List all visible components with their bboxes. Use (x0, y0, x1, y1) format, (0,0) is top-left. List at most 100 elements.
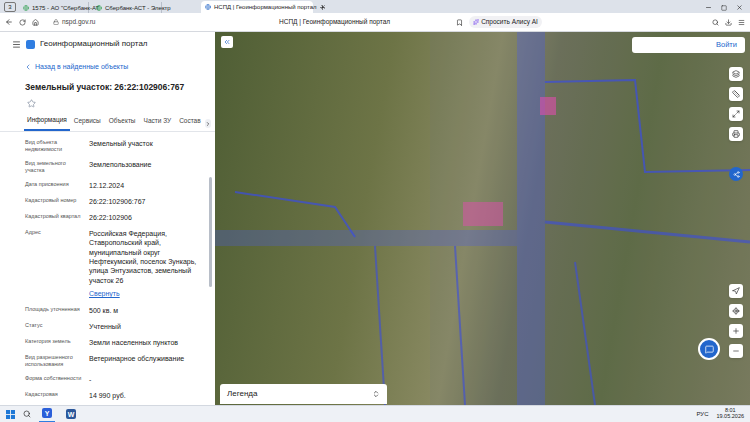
new-tab-icon[interactable] (319, 4, 326, 11)
back-icon[interactable] (5, 18, 13, 26)
browser-tab[interactable]: 1575 - АО "Сбербанк-АТ (19, 2, 89, 13)
field-label: Категория земель (25, 338, 85, 348)
panel-scrollbar[interactable] (209, 177, 212, 287)
panel-tab[interactable]: Части ЗУ (140, 114, 176, 131)
field-row: Вид объекта недвижимостиЗемельный участо… (25, 136, 203, 157)
back-link[interactable]: Назад в найденные объекты (0, 54, 215, 78)
minus-icon (732, 347, 740, 355)
field-label: Кадастровый квартал (25, 213, 85, 223)
windows-logo-icon[interactable] (6, 410, 15, 419)
print-button[interactable] (729, 127, 743, 141)
browser-tab[interactable]: Сбербанк-АСТ - Электр (92, 2, 162, 13)
screen: 31575 - АО "Сбербанк-АТСбербанк-АСТ - Эл… (0, 0, 750, 422)
tab-counter[interactable]: 3 (4, 2, 16, 12)
lock-icon (53, 19, 59, 25)
field-row: Дата присвоения 12.12.2024 (25, 178, 203, 194)
field-label: Форма собственности (25, 375, 85, 385)
language-indicator[interactable]: РУС (696, 410, 708, 419)
field-label: Статус (25, 322, 85, 332)
field-label: Площадь уточненная (25, 306, 85, 316)
panel-tab[interactable]: Объекты (105, 114, 140, 131)
url-text: nspd.gov.ru (62, 17, 95, 27)
field-row: Вид земельного участка Землепользование (25, 157, 203, 178)
favicon-icon (205, 4, 211, 10)
browser-menu-icon[interactable] (738, 19, 745, 26)
map[interactable]: Войти Легенда (215, 32, 750, 405)
field-value: Земли населенных пунктов (89, 338, 203, 347)
share-button[interactable] (729, 167, 743, 181)
field-label: Дата присвоения (25, 181, 85, 191)
minimize-icon[interactable] (705, 4, 712, 11)
close-window-icon[interactable] (736, 4, 743, 11)
home-icon[interactable] (32, 19, 39, 26)
chat-button[interactable] (698, 338, 720, 360)
taskbar: YW РУС 8:0119.05.2026 (0, 405, 750, 422)
plus-icon (732, 327, 740, 335)
zoom-out-button[interactable] (729, 344, 743, 358)
browser-tab[interactable]: НСПД | Геоинформационный портал (201, 1, 313, 13)
field-row: АдресРоссийская Федерация, Ставропольски… (25, 226, 203, 303)
portal-logo-icon (26, 40, 35, 49)
legend-label: Легенда (227, 388, 257, 400)
fullscreen-icon (732, 110, 740, 118)
field-row: Площадь уточненная 500 кв. м (25, 303, 203, 319)
fullscreen-button[interactable] (729, 107, 743, 121)
field-row: Категория земель Земли населенных пунктов (25, 335, 203, 351)
layers-button[interactable] (729, 67, 743, 81)
chevron-right-icon (205, 121, 211, 127)
object-panel: Геоинформационный портал Назад в найденны… (0, 32, 215, 405)
panel-tab[interactable]: Сервисы (70, 114, 105, 131)
field-value: Ветеринарное обслуживание (89, 354, 203, 363)
field-row: Вид разрешенного использованияВетеринарн… (25, 351, 203, 372)
map-tools-bottom (729, 284, 743, 358)
collapse-link[interactable]: Свернуть (89, 289, 203, 300)
printer-icon (732, 130, 740, 138)
bookmark-icon[interactable] (456, 19, 463, 26)
map-tools-top (729, 67, 743, 181)
download-icon[interactable] (725, 19, 732, 26)
taskbar-app[interactable]: W (63, 406, 79, 422)
position-button[interactable] (729, 304, 743, 318)
page-title: НСПД | Геоинформационный портал (279, 17, 390, 27)
favorite-star-icon[interactable] (27, 99, 36, 108)
panel-tab[interactable]: Информация (24, 113, 70, 131)
field-value: 14 990 руб. (89, 391, 203, 400)
field-list: Вид объекта недвижимостиЗемельный участо… (0, 132, 215, 404)
address-bar: nspd.gov.ru НСПД | Геоинформационный порт… (0, 13, 750, 32)
field-value: 12.12.2024 (89, 181, 203, 190)
login-button[interactable]: Войти (632, 37, 745, 53)
field-row: Кадастровый номер26:22:102906:767 (25, 194, 203, 210)
field-value: Землепользование (89, 160, 203, 169)
field-label: Вид земельного участка (25, 160, 85, 175)
field-row: Форма собственности- (25, 372, 203, 388)
back-label: Назад в найденные объекты (35, 62, 128, 73)
field-value: 500 кв. м (89, 306, 203, 315)
clock[interactable]: 8:0119.05.2026 (716, 408, 744, 420)
zoom-in-button[interactable] (729, 324, 743, 338)
panel-tabs: ИнформацияСервисыОбъектыЧасти ЗУСостав (0, 113, 215, 132)
url-field[interactable]: nspd.gov.ru (53, 17, 273, 27)
search-icon[interactable] (712, 19, 719, 26)
favicon-icon (96, 5, 102, 11)
taskbar-app[interactable]: Y (39, 406, 55, 422)
legend-dropdown[interactable]: Легенда (220, 384, 387, 404)
panel-tab[interactable]: Состав (175, 114, 205, 131)
field-label: Вид объекта недвижимости (25, 139, 85, 154)
ruler-button[interactable] (729, 87, 743, 101)
menu-icon[interactable] (12, 40, 21, 49)
tabs-next-button[interactable] (205, 119, 211, 128)
ruler-icon (732, 90, 740, 98)
panel-header: Геоинформационный портал (0, 32, 215, 54)
maximize-icon[interactable] (721, 5, 727, 11)
assistant-button[interactable]: Спросить Алису AI (469, 16, 542, 28)
portal-body: Геоинформационный портал Назад в найденны… (0, 32, 750, 405)
collapse-panel-button[interactable] (221, 36, 233, 48)
taskbar-search-icon[interactable] (23, 410, 31, 418)
assistant-label: Спросить Алису AI (481, 17, 538, 27)
object-title: Земельный участок: 26:22:102906:767 (0, 78, 215, 100)
locate-button[interactable] (729, 284, 743, 298)
expand-icon (372, 390, 380, 398)
tab-label: 1575 - АО "Сбербанк-АТ (32, 5, 99, 11)
reload-icon[interactable] (19, 19, 26, 26)
clock-date: 19.05.2026 (716, 414, 744, 420)
